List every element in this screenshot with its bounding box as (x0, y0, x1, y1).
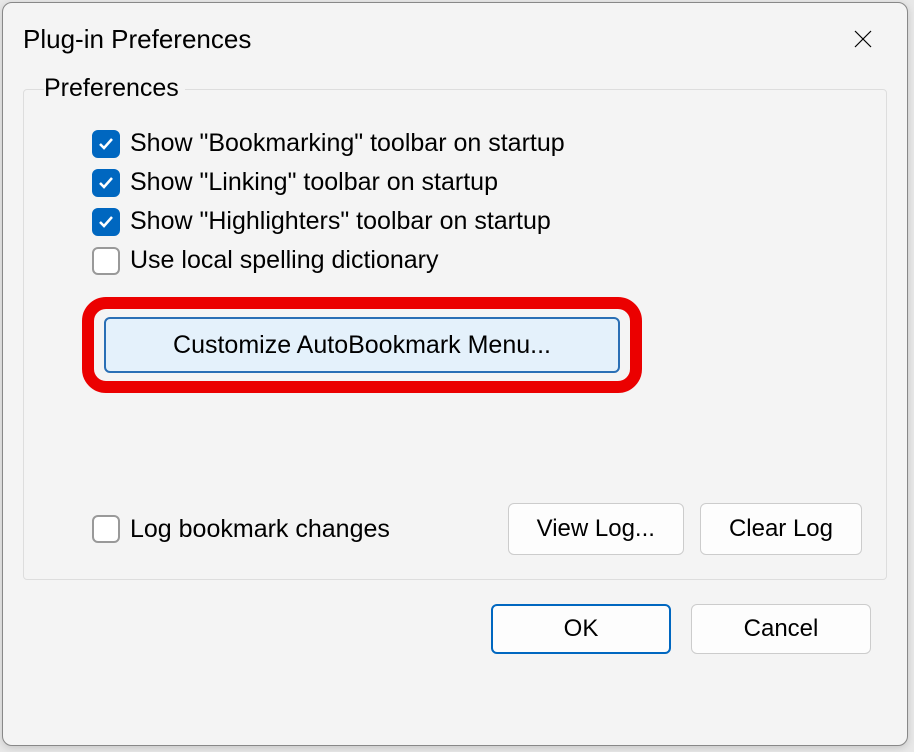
checkbox-row-linking: Show "Linking" toolbar on startup (92, 168, 862, 197)
clear-log-button[interactable]: Clear Log (700, 503, 862, 555)
checkbox-spelling[interactable] (92, 247, 120, 275)
fieldset-legend: Preferences (44, 74, 185, 103)
close-button[interactable] (843, 19, 883, 59)
checkbox-label: Log bookmark changes (130, 515, 390, 544)
view-log-button[interactable]: View Log... (508, 503, 684, 555)
checkbox-label: Show "Bookmarking" toolbar on startup (130, 129, 565, 158)
checkmark-icon (97, 174, 115, 192)
customize-autobookmark-button[interactable]: Customize AutoBookmark Menu... (104, 317, 620, 373)
close-icon (853, 29, 873, 49)
checkbox-group: Show "Bookmarking" toolbar on startup Sh… (92, 129, 862, 275)
checkbox-linking[interactable] (92, 169, 120, 197)
checkbox-row-spelling: Use local spelling dictionary (92, 246, 862, 275)
checkbox-label: Show "Linking" toolbar on startup (130, 168, 498, 197)
checkbox-log-changes[interactable] (92, 515, 120, 543)
checkbox-row-highlighters: Show "Highlighters" toolbar on startup (92, 207, 862, 236)
checkbox-highlighters[interactable] (92, 208, 120, 236)
dialog-footer: OK Cancel (3, 604, 871, 654)
checkmark-icon (97, 213, 115, 231)
annotation-highlight: Customize AutoBookmark Menu... (82, 297, 642, 393)
log-row: Log bookmark changes View Log... Clear L… (92, 503, 862, 555)
plugin-preferences-dialog: Plug-in Preferences Preferences Show "Bo… (2, 2, 908, 746)
checkbox-row-bookmarking: Show "Bookmarking" toolbar on startup (92, 129, 862, 158)
checkbox-row-log: Log bookmark changes (92, 515, 390, 544)
checkbox-bookmarking[interactable] (92, 130, 120, 158)
preferences-fieldset: Preferences Show "Bookmarking" toolbar o… (23, 89, 887, 580)
checkbox-label: Use local spelling dictionary (130, 246, 438, 275)
ok-button[interactable]: OK (491, 604, 671, 654)
checkbox-label: Show "Highlighters" toolbar on startup (130, 207, 551, 236)
cancel-button[interactable]: Cancel (691, 604, 871, 654)
log-buttons: View Log... Clear Log (508, 503, 862, 555)
dialog-title: Plug-in Preferences (23, 24, 251, 55)
checkmark-icon (97, 135, 115, 153)
titlebar: Plug-in Preferences (3, 3, 907, 59)
